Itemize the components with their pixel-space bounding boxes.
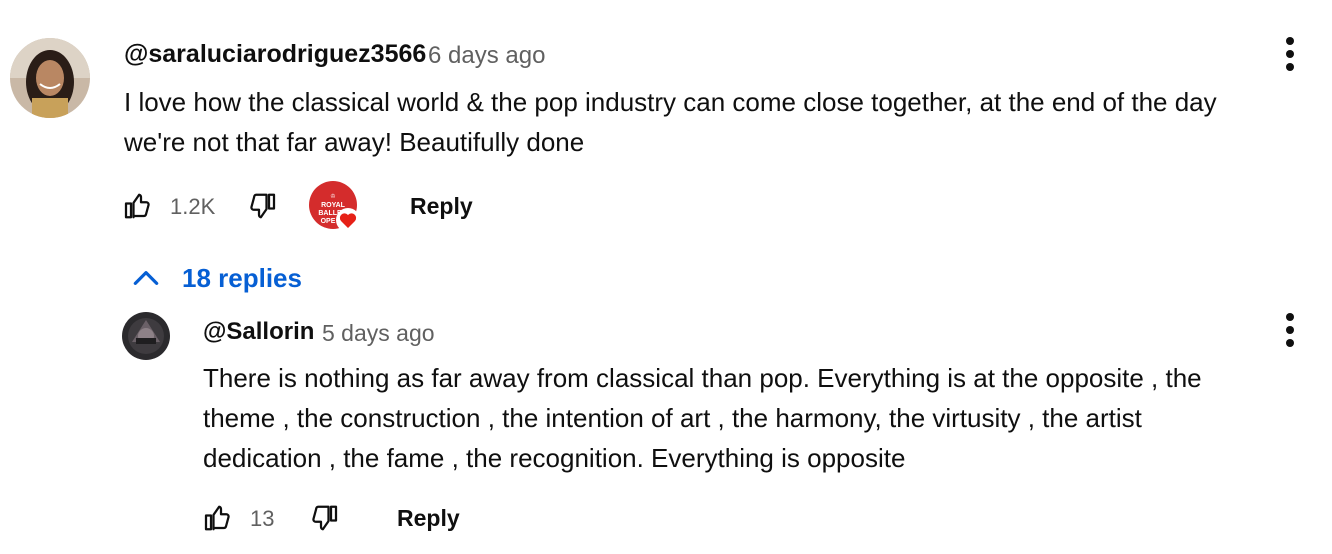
thumb-up-icon [124,193,150,219]
comment-text-line: I love how the classical world & the pop… [124,87,1217,117]
like-button[interactable] [198,500,234,536]
comment-timestamp[interactable]: 6 days ago [428,42,545,70]
dislike-button[interactable] [246,188,282,224]
svg-text:OPE: OPE [321,218,336,225]
thumb-down-icon [250,193,276,219]
more-options-button[interactable] [1278,34,1302,74]
comment-author[interactable]: @Sallorin [203,318,314,346]
reply-button[interactable]: Reply [410,193,473,220]
comment-text-line: we're not that far away! Beautifully don… [124,127,585,157]
svg-text:ROYAL: ROYAL [321,202,346,209]
reply-button[interactable]: Reply [397,505,460,532]
chevron-up-icon [133,271,159,285]
avatar[interactable] [10,38,90,118]
comment-timestamp[interactable]: 5 days ago [322,320,435,347]
comment-author[interactable]: @saraluciarodriguez3566 [124,40,426,69]
thumb-down-icon [312,505,338,531]
like-count: 1.2K [170,194,216,219]
more-vert-icon [1286,313,1294,321]
like-button[interactable] [118,188,154,224]
comment-text-line: There is nothing as far away from classi… [203,363,1202,393]
more-vert-icon [1286,37,1294,45]
avatar[interactable] [122,312,170,360]
comment-text-line: theme , the construction , the intention… [203,403,1142,433]
like-count: 13 [250,506,275,531]
replies-count-label: 18 replies [182,262,302,293]
thumb-up-icon [204,505,230,531]
replies-toggle-button[interactable]: 18 replies [130,262,302,294]
comment-text-line: dedication , the fame , the recognition.… [203,443,906,473]
creator-heart-badge[interactable]: ♔ ROYAL BALLE OPE [308,180,362,234]
dislike-button[interactable] [308,500,344,536]
more-options-button[interactable] [1278,310,1302,350]
svg-text:♔: ♔ [330,193,335,200]
